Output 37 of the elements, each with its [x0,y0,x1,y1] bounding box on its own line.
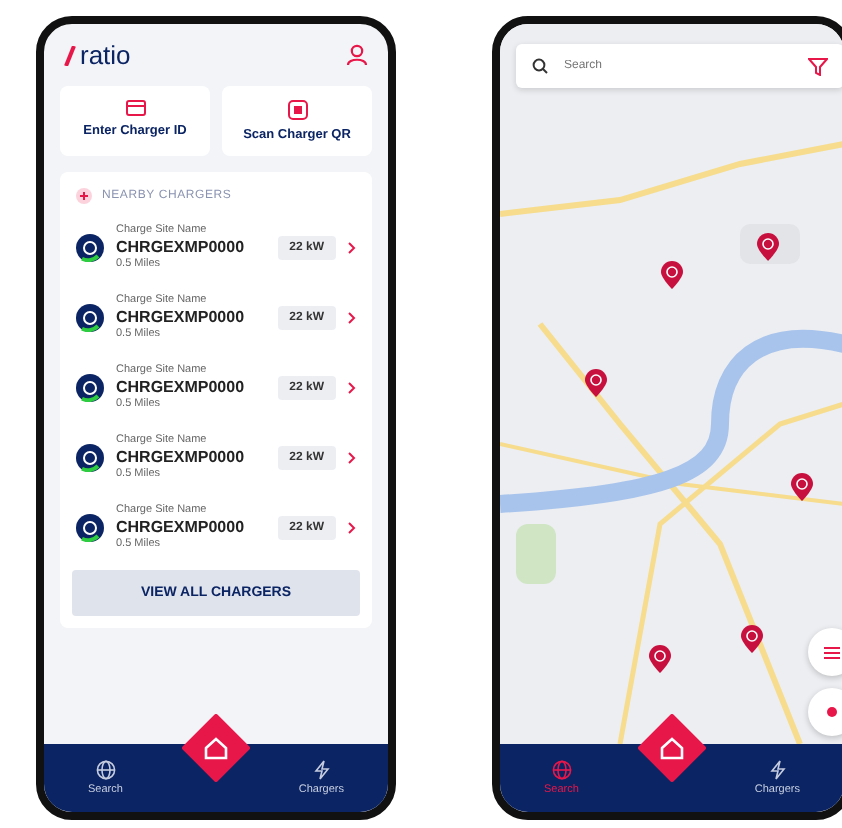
charger-logo-icon [76,443,104,471]
globe-icon [95,760,116,780]
profile-icon[interactable] [346,44,368,66]
list-icon [824,645,840,659]
scan-icon [287,100,307,120]
chevron-icon[interactable] [348,451,356,463]
charger-pin-icon[interactable] [648,644,672,674]
lightning-icon [311,760,332,780]
chevron-icon[interactable] [348,521,356,533]
logo-icon [64,45,76,65]
charger-code: CHRGEXMP0000 [116,448,247,466]
charger-code: CHRGEXMP0000 [116,238,247,256]
chevron-icon[interactable] [348,311,356,323]
search-icon [532,58,548,74]
charger-code: CHRGEXMP0000 [116,308,247,326]
plus-icon [76,188,92,204]
charger-logo-icon [76,373,104,401]
filter-icon[interactable] [808,57,828,75]
home-button[interactable] [182,714,250,782]
charger-code: CHRGEXMP0000 [116,518,247,536]
charger-pin-icon[interactable] [756,232,780,262]
chevron-icon[interactable] [348,241,356,253]
card-icon [125,100,145,116]
home-button[interactable] [638,714,706,782]
charger-pin-icon[interactable] [660,260,684,290]
lightning-icon [767,760,788,780]
charger-logo-icon [76,513,104,541]
app-logo: ratio [80,40,131,70]
chevron-icon[interactable] [348,381,356,393]
charger-pin-icon[interactable] [584,368,608,398]
charger-logo-icon [76,233,104,261]
charger-logo-icon [76,303,104,331]
locate-icon [824,704,840,720]
charger-code: CHRGEXMP0000 [116,378,247,396]
globe-icon [551,760,572,780]
charger-pin-icon[interactable] [790,472,814,502]
charger-pin-icon[interactable] [740,624,764,654]
